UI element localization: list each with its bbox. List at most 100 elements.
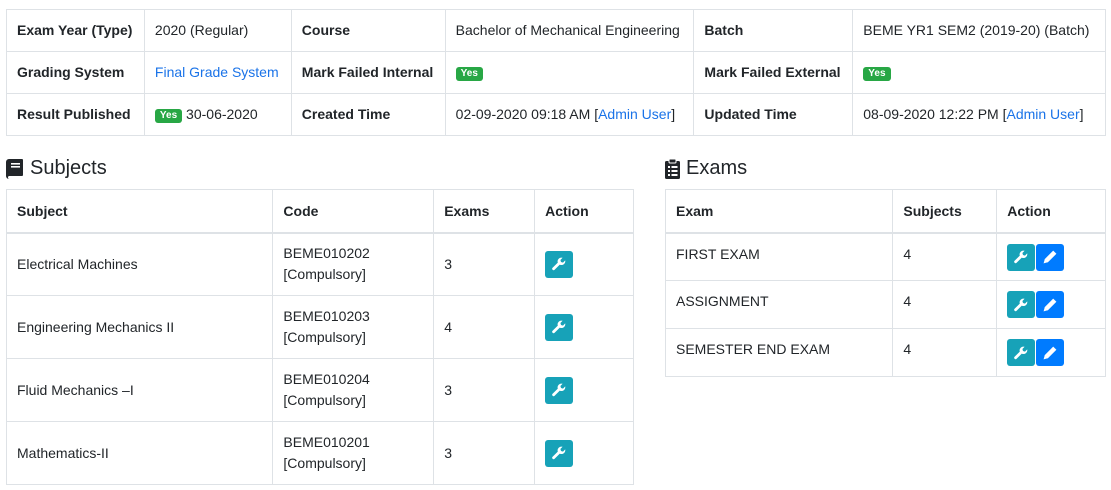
subject-code-cell: BEME010204 [Compulsory] (272, 358, 435, 422)
action-cell (534, 358, 634, 422)
table-header-row: Subject Code Exams Action (5, 189, 634, 234)
pencil-icon (1043, 250, 1057, 264)
subject-name: Mathematics-II (5, 421, 274, 485)
table-header-row: Exam Subjects Action (664, 189, 1106, 234)
batch-info-table: Exam Year (Type) 2020 (Regular) Course B… (6, 9, 1106, 136)
info-value: 2020 (Regular) (143, 9, 292, 52)
info-label: Course (290, 9, 446, 52)
column-header: Exam (664, 189, 894, 234)
column-header: Exams (433, 189, 536, 234)
exam-name: SEMESTER END EXAM (664, 328, 894, 377)
subject-name: Engineering Mechanics II (5, 295, 274, 359)
table-row: Electrical Machines BEME010202 [Compulsor… (5, 232, 634, 296)
exams-table: Exam Subjects Action FIRST EXAM 4 ASSIGN… (664, 189, 1106, 377)
grading-system-link[interactable]: Final Grade System (155, 64, 279, 80)
action-cell (534, 295, 634, 359)
exam-name: FIRST EXAM (664, 232, 894, 281)
subject-exam-count: 3 (433, 358, 536, 422)
updated-by-user-link[interactable]: Admin User (1006, 106, 1079, 122)
created-time-label: Created Time (290, 93, 446, 136)
column-header: Subjects (892, 189, 998, 234)
result-published-date: 30-06-2020 (186, 106, 258, 122)
action-cell (534, 232, 634, 296)
wrench-icon (552, 257, 566, 271)
result-published-label: Result Published (6, 93, 145, 136)
wrench-icon (1014, 346, 1028, 359)
subjects-heading: Subjects (6, 157, 107, 180)
subjects-table: Subject Code Exams Action Electrical Mac… (5, 189, 634, 485)
edit-exam-button[interactable] (1036, 291, 1065, 318)
wrench-icon (1014, 250, 1028, 264)
configure-subject-button[interactable] (545, 439, 574, 467)
subject-name: Electrical Machines (5, 232, 274, 296)
subject-code-cell: BEME010202 [Compulsory] (272, 232, 435, 296)
info-row: Exam Year (Type) 2020 (Regular) Course B… (6, 9, 1106, 52)
subject-code-cell: BEME010203 [Compulsory] (272, 295, 435, 359)
action-cell (996, 328, 1106, 377)
wrench-icon (552, 446, 566, 460)
table-row: Engineering Mechanics II BEME010203 [Comp… (5, 295, 634, 359)
subjects-title: Subjects (30, 157, 107, 179)
info-value: BEME YR1 SEM2 (2019-20) (Batch) (852, 9, 1106, 52)
info-label: Batch (693, 9, 854, 52)
result-published-badge: Yes (154, 109, 183, 123)
configure-exam-button[interactable] (1007, 339, 1036, 366)
subject-type: [Compulsory] (283, 329, 366, 345)
table-row: SEMESTER END EXAM 4 (664, 328, 1106, 377)
info-row: Grading System Final Grade System Mark F… (6, 51, 1106, 94)
info-label: Exam Year (Type) (6, 9, 145, 52)
edit-exam-button[interactable] (1036, 339, 1065, 366)
exam-name: ASSIGNMENT (664, 280, 894, 329)
mark-failed-internal-label: Mark Failed Internal (290, 51, 446, 94)
edit-exam-button[interactable] (1036, 243, 1065, 271)
subject-type: [Compulsory] (283, 392, 366, 408)
column-header: Action (996, 189, 1106, 234)
configure-subject-button[interactable] (545, 376, 574, 404)
created-time-value: 02-09-2020 09:18 AM [ (455, 106, 599, 123)
clipboard-icon (665, 158, 680, 179)
column-header: Code (272, 189, 435, 234)
subject-code: BEME010202 (283, 245, 370, 262)
wrench-icon (1014, 298, 1028, 311)
pencil-icon (1043, 346, 1057, 359)
subject-code: BEME010204 (283, 371, 370, 387)
table-row: FIRST EXAM 4 (664, 232, 1106, 281)
updated-time-label: Updated Time (693, 93, 854, 136)
book-icon (6, 158, 23, 179)
updated-time-value: 08-09-2020 12:22 PM [ (863, 106, 1007, 123)
subject-type: [Compulsory] (283, 266, 366, 283)
subject-exam-count: 3 (433, 232, 536, 296)
exams-title: Exams (686, 157, 748, 179)
column-header: Action (534, 189, 634, 234)
pencil-icon (1043, 298, 1057, 311)
subject-exam-count: 4 (433, 295, 536, 359)
bracket: ] (1079, 106, 1084, 123)
mark-failed-internal-badge: Yes (455, 67, 483, 81)
subject-type: [Compulsory] (283, 455, 366, 471)
subject-code-cell: BEME010201 [Compulsory] (272, 421, 435, 485)
configure-exam-button[interactable] (1007, 243, 1036, 271)
wrench-icon (552, 320, 566, 334)
configure-exam-button[interactable] (1007, 291, 1036, 318)
exam-subject-count: 4 (892, 280, 998, 329)
table-row: Mathematics-II BEME010201 [Compulsory] 3 (5, 421, 634, 485)
exam-subject-count: 4 (892, 328, 998, 377)
subject-code: BEME010203 (283, 308, 370, 324)
grading-system-label: Grading System (6, 51, 145, 94)
configure-subject-button[interactable] (545, 313, 574, 341)
configure-subject-button[interactable] (545, 250, 574, 278)
exams-heading: Exams (665, 157, 747, 180)
exam-subject-count: 4 (892, 232, 998, 281)
info-row: Result Published Yes 30-06-2020 Created … (6, 93, 1106, 136)
action-cell (534, 421, 634, 485)
subject-exam-count: 3 (433, 421, 536, 485)
info-value: Bachelor of Mechanical Engineering (444, 9, 695, 52)
subject-name: Fluid Mechanics –I (5, 358, 274, 422)
subject-code: BEME010201 (283, 434, 370, 450)
created-by-user-link[interactable]: Admin User (598, 106, 671, 122)
action-cell (996, 280, 1106, 329)
mark-failed-external-badge: Yes (863, 67, 891, 81)
wrench-icon (552, 383, 566, 397)
bracket: ] (671, 106, 676, 123)
column-header: Subject (5, 189, 274, 234)
